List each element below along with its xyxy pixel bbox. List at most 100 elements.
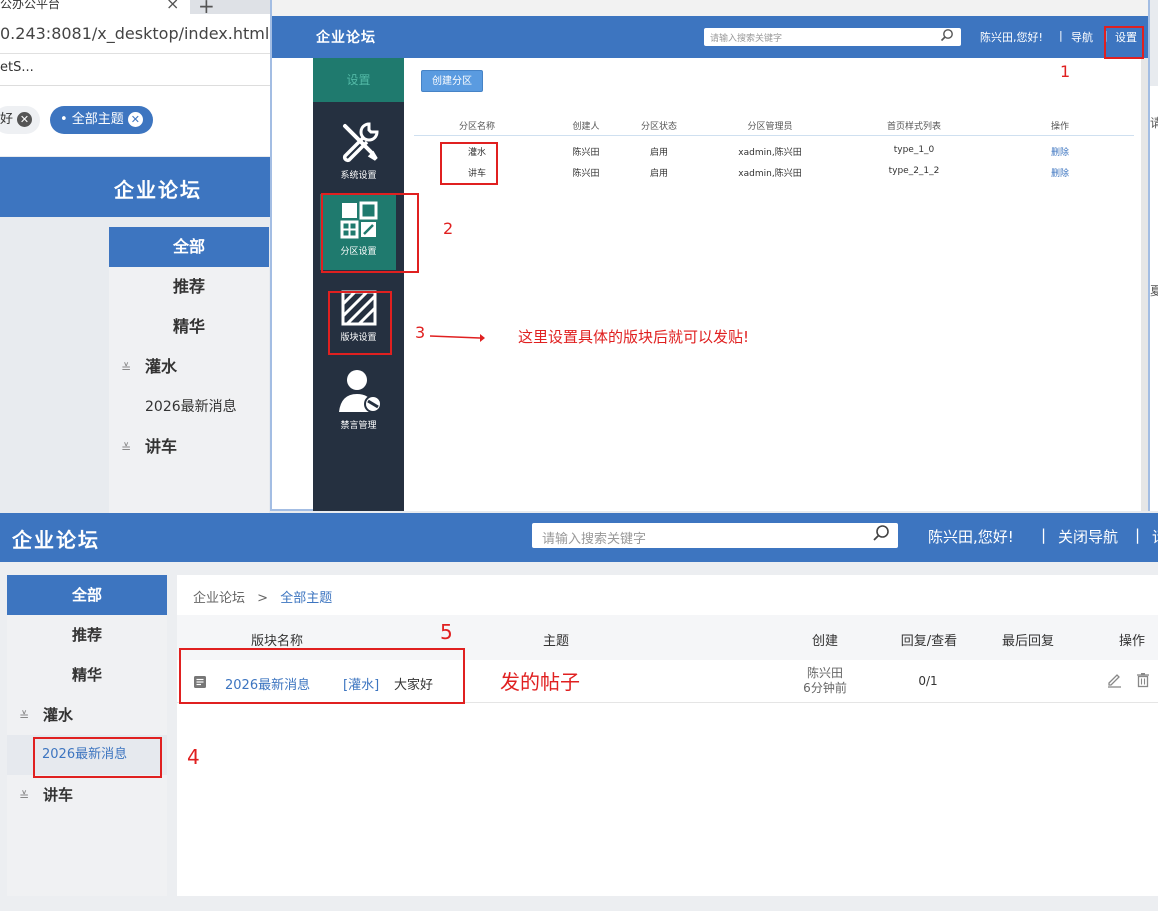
close-icon[interactable]: ✕ xyxy=(127,112,143,127)
arrow-icon xyxy=(429,334,485,342)
annotation-number: 5 xyxy=(440,620,453,644)
forum-separator: | xyxy=(1135,526,1141,544)
bg-nav-sub-news[interactable]: 2026最新消息 xyxy=(109,387,269,427)
bg-chip-label: 好 xyxy=(0,112,14,127)
tools-icon xyxy=(342,122,379,163)
chevron-down-icon: ≚ xyxy=(121,361,132,375)
forum-nav-group-guanshui[interactable]: ≚ 灌水 xyxy=(7,695,167,735)
bg-nav-group-jiangche[interactable]: ≚ 讲车 xyxy=(109,427,269,467)
annotation-number: 4 xyxy=(187,745,200,769)
sidebar-item-label: 禁言管理 xyxy=(340,421,377,431)
bg-forum-sidebar: 全部 推荐 精华 ≚ 灌水 2026最新消息 ≚ 讲车 xyxy=(109,227,269,517)
settings-greeting: 陈兴田,您好! xyxy=(980,31,1043,44)
bg-nav-all[interactable]: 全部 xyxy=(109,227,269,267)
table-row: 灌水 陈兴田 启用 xadmin,陈兴田 type_1_0 删除 xyxy=(414,140,1134,161)
close-icon[interactable]: ✕ xyxy=(17,112,33,127)
create-partition-button[interactable]: 创建分区 xyxy=(421,70,483,92)
annotation-box xyxy=(33,737,162,778)
bg-filter-chip-active[interactable]: • 全部主题 ✕ xyxy=(50,106,153,134)
bg-right-glyph: 请 xyxy=(1150,116,1158,130)
user-ban-icon xyxy=(338,370,382,413)
table-cell: 启用 xyxy=(649,169,669,179)
partition-table: 分区名称 创建人 分区状态 分区管理员 首页样式列表 操作 灌水 陈兴田 启用 … xyxy=(414,114,1134,182)
post-reply-count: 0/1 xyxy=(918,674,938,688)
breadcrumb-current[interactable]: 全部主题 xyxy=(280,591,332,606)
bg-nav-group-label: 灌水 xyxy=(145,357,178,376)
forum-logo: 企业论坛 xyxy=(12,528,100,552)
forum-extra-link[interactable]: 请 xyxy=(1152,526,1158,547)
search-icon[interactable] xyxy=(940,28,954,46)
forum-nav-group-label: 灌水 xyxy=(43,706,74,724)
settings-window-topbar xyxy=(272,0,1148,16)
table-cell: xadmin,陈兴田 xyxy=(738,148,802,158)
sidebar-item-mute-management[interactable]: 禁言管理 xyxy=(313,368,404,431)
edit-icon[interactable] xyxy=(1106,672,1122,692)
bg-nav-group-label: 讲车 xyxy=(145,437,178,456)
forum-nav-group-label: 讲车 xyxy=(43,786,74,804)
close-nav-link[interactable]: 关闭导航 xyxy=(1058,526,1118,547)
forum-nav-featured[interactable]: 精华 xyxy=(7,655,167,695)
forum-greeting: 陈兴田,您好! xyxy=(928,528,1014,546)
forum-nav-all[interactable]: 全部 xyxy=(7,575,167,615)
trash-icon[interactable] xyxy=(1135,672,1151,692)
annotation-number: 3 xyxy=(415,323,426,342)
sidebar-item-system-settings[interactable]: 系统设置 xyxy=(313,120,404,181)
column-header: 版块名称 xyxy=(250,634,304,649)
column-header: 分区管理员 xyxy=(747,122,793,132)
scrollbar[interactable] xyxy=(1141,58,1148,511)
close-icon[interactable]: × xyxy=(166,0,179,13)
bg-url-text[interactable]: 0.243:8081/x_desktop/index.html xyxy=(0,24,269,43)
bg-forum-logo: 企业论坛 xyxy=(114,178,202,202)
column-header: 分区状态 xyxy=(640,122,678,132)
chevron-down-icon: ≚ xyxy=(19,709,30,723)
breadcrumb-root[interactable]: 企业论坛 xyxy=(193,591,245,606)
table-cell: 陈兴田 xyxy=(572,148,600,158)
column-header: 回复/查看 xyxy=(900,634,958,649)
bg-nav-recommend[interactable]: 推荐 xyxy=(109,267,269,307)
sidebar-item-label: 系统设置 xyxy=(340,171,377,181)
annotation-post-label: 发的帖子 xyxy=(500,670,580,694)
annotation-box xyxy=(328,291,392,355)
bg-bookmark-item[interactable]: etS... xyxy=(0,60,34,75)
table-row: 讲车 陈兴田 启用 xadmin,陈兴田 type_2_1_2 删除 xyxy=(414,161,1134,182)
column-header: 主题 xyxy=(542,634,570,649)
table-cell: 陈兴田 xyxy=(572,169,600,179)
bg-nav-group-guanshui[interactable]: ≚ 灌水 xyxy=(109,347,269,387)
table-cell: xadmin,陈兴田 xyxy=(738,169,802,179)
annotation-number: 2 xyxy=(443,219,454,238)
forum-search-placeholder: 请输入搜索关键字 xyxy=(542,532,647,547)
delete-link[interactable]: 删除 xyxy=(1051,166,1069,179)
forum-nav-recommend[interactable]: 推荐 xyxy=(7,615,167,655)
table-cell: type_1_0 xyxy=(893,145,935,155)
table-cell: type_2_1_2 xyxy=(888,166,940,176)
settings-nav-link[interactable]: 导航 xyxy=(1071,29,1093,45)
search-icon[interactable] xyxy=(872,524,890,547)
table-header-row: 分区名称 创建人 分区状态 分区管理员 首页样式列表 操作 xyxy=(414,114,1134,136)
annotation-box xyxy=(179,648,465,704)
column-header: 首页样式列表 xyxy=(886,122,942,132)
annotation-box xyxy=(321,193,419,273)
forum-separator: | xyxy=(1041,526,1047,544)
settings-separator: | xyxy=(1059,29,1063,42)
forum-nav-group-jiangche[interactable]: ≚ 讲车 xyxy=(7,775,167,815)
bg-nav-featured[interactable]: 精华 xyxy=(109,307,269,347)
breadcrumb: 企业论坛 > 全部主题 xyxy=(193,587,332,606)
post-author-name: 陈兴田 xyxy=(806,666,844,680)
column-header: 创建人 xyxy=(572,122,600,132)
bg-right-glyph: 夏 xyxy=(1150,284,1158,298)
chevron-down-icon: ≚ xyxy=(19,789,30,803)
column-header: 分区名称 xyxy=(458,122,496,132)
delete-link[interactable]: 删除 xyxy=(1051,145,1069,158)
bg-tab[interactable]: 公办公平台 xyxy=(0,0,190,14)
bg-tab-title: 公办公平台 xyxy=(0,0,61,11)
column-header: 最后回复 xyxy=(1001,634,1055,649)
post-time: 6分钟前 xyxy=(803,681,847,695)
annotation-number: 1 xyxy=(1060,62,1071,81)
column-header: 操作 xyxy=(1050,122,1070,132)
annotation-text: 这里设置具体的版块后就可以发贴! xyxy=(518,328,750,346)
bg-filter-chip[interactable]: 好 ✕ xyxy=(0,106,41,134)
column-header: 操作 xyxy=(1118,634,1146,649)
bg-bookmarks-bar xyxy=(0,54,270,86)
column-header: 创建 xyxy=(811,634,839,649)
breadcrumb-separator: > xyxy=(257,591,269,606)
